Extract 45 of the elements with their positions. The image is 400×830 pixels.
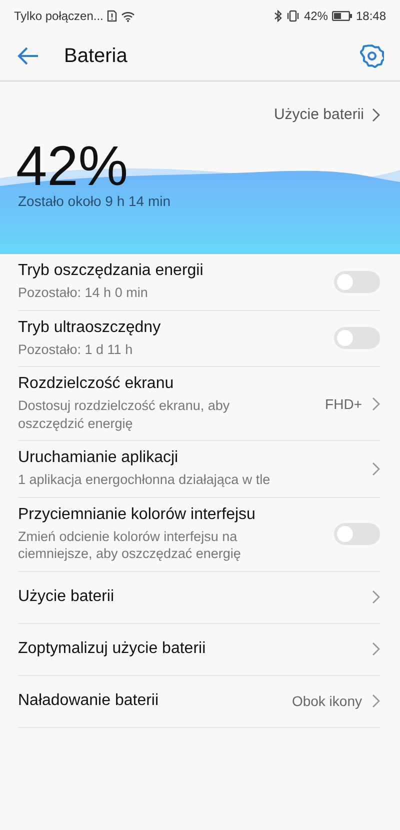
settings-row[interactable]: Uruchamianie aplikacji 1 aplikacja energochłonna działająca w tle xyxy=(18,441,380,498)
settings-row[interactable]: Tryb oszczędzania energii Pozostało: 14 h 0 min xyxy=(18,254,380,311)
battery-usage-link[interactable]: Użycie baterii xyxy=(274,106,364,123)
sim-alert-icon xyxy=(107,10,118,22)
vibrate-icon xyxy=(286,10,300,22)
row-title: Tryb ultraoszczędny xyxy=(18,318,162,337)
bluetooth-icon xyxy=(274,10,282,22)
settings-icon xyxy=(360,44,384,68)
row-title: Tryb oszczędzania energii xyxy=(18,262,204,280)
row-subtitle: Zmień odcienie kolorów interfejsu na ciemniejsze, aby oszczędzać energię xyxy=(18,528,242,563)
page-title: Bateria xyxy=(64,44,128,68)
chevron-icon xyxy=(372,396,380,411)
row-title: Użycie baterii xyxy=(18,588,116,606)
carrier-text: Tylko połączen... xyxy=(14,9,104,23)
row-subtitle: Pozostało: 14 h 0 min xyxy=(18,284,149,302)
row-title: Uruchamianie aplikacji xyxy=(18,449,180,468)
toggle-switch[interactable] xyxy=(334,523,380,546)
row-subtitle: Pozostało: 1 d 11 h xyxy=(18,340,134,358)
row-subtitle: Dostosuj rozdzielczość ekranu, aby oszczędzić energię xyxy=(18,397,231,432)
battery-percent: 42% xyxy=(304,9,328,23)
settings-row[interactable]: Naładowanie baterii Obok ikony xyxy=(18,676,380,728)
settings-row[interactable]: Rozdzielczość ekranu Dostosuj rozdzielczość ekranu, aby oszczędzić energię FHD+ xyxy=(18,367,380,442)
row-value: Obok ikony xyxy=(292,693,362,710)
row-title: Naładowanie baterii xyxy=(18,692,160,710)
time-remaining: Zostało około 9 h 14 min xyxy=(18,193,172,209)
wifi-icon xyxy=(121,10,136,22)
battery-icon xyxy=(332,11,352,21)
chevron-icon xyxy=(372,462,380,476)
chevron-icon xyxy=(372,590,380,604)
clock: 18:48 xyxy=(356,9,386,23)
toggle-switch[interactable] xyxy=(334,270,380,293)
chevron-icon xyxy=(372,108,380,122)
chevron-icon xyxy=(372,642,380,656)
row-title: Rozdzielczość ekranu xyxy=(18,375,175,394)
row-title: Przyciemnianie kolorów interfejsu xyxy=(18,506,256,524)
chevron-icon xyxy=(372,694,380,708)
toggle-switch[interactable] xyxy=(334,327,380,350)
settings-row[interactable]: Przyciemnianie kolorów interfejsu Zmień odcienie kolorów interfejsu na ciemniejsze, aby oszczędzać energię xyxy=(18,498,380,572)
settings-row[interactable]: Zoptymalizuj użycie baterii xyxy=(18,624,380,676)
back-arrow-icon xyxy=(16,46,40,66)
settings-row[interactable]: Użycie baterii xyxy=(18,572,380,624)
row-value: FHD+ xyxy=(325,396,362,412)
settings-row[interactable]: Tryb ultraoszczędny Pozostało: 1 d 11 h xyxy=(18,310,380,368)
row-title: Zoptymalizuj użycie baterii xyxy=(18,640,207,658)
row-subtitle: 1 aplikacja energochłonna działająca w tle xyxy=(18,471,272,489)
